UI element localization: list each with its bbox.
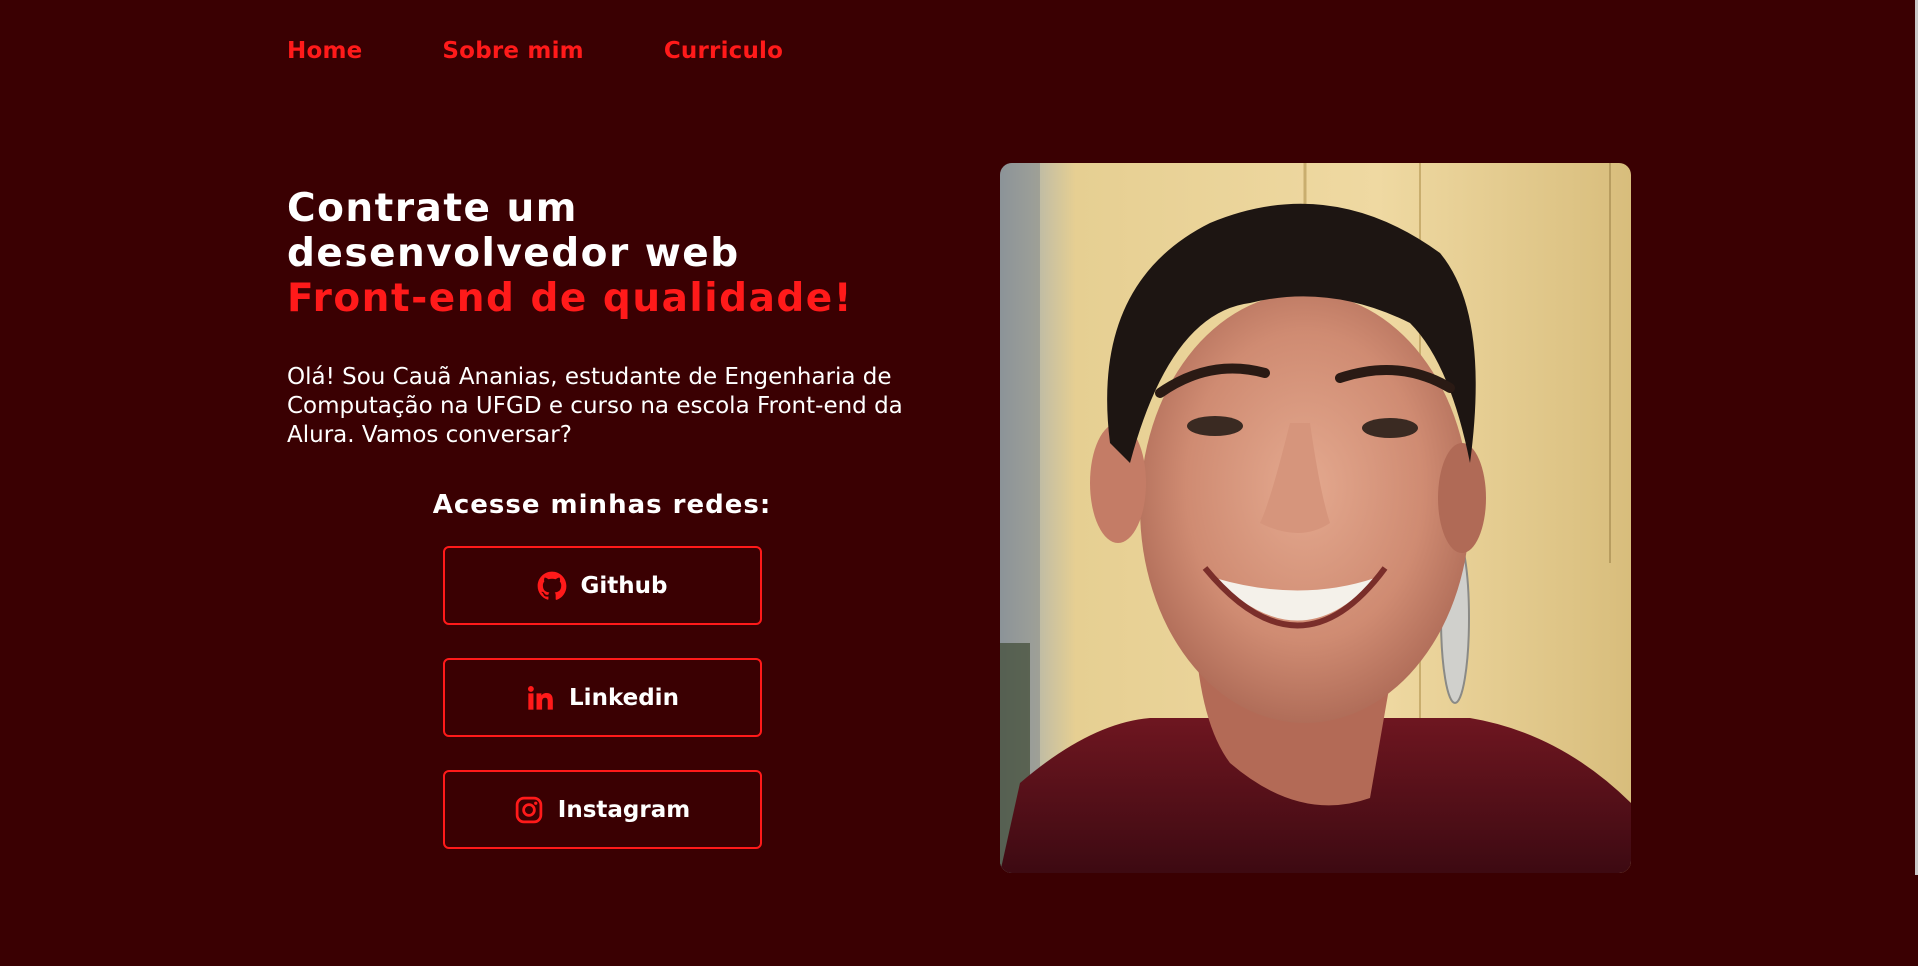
linkedin-icon bbox=[525, 683, 555, 713]
instagram-label: Instagram bbox=[557, 796, 691, 823]
instagram-button[interactable]: Instagram bbox=[442, 770, 762, 849]
github-label: Github bbox=[580, 572, 668, 599]
top-nav: Home Sobre mim Curriculo bbox=[287, 38, 783, 64]
profile-photo bbox=[1000, 163, 1631, 873]
headline-line-1: Contrate um bbox=[287, 186, 578, 231]
social-links: Github Linkedin Instagram bbox=[287, 546, 917, 849]
hero-headline: Contrate um desenvolvedor web Front-end … bbox=[287, 186, 927, 321]
intro-text: Olá! Sou Cauã Ananias, estudante de Enge… bbox=[287, 364, 903, 448]
github-button[interactable]: Github bbox=[442, 546, 762, 625]
page: Home Sobre mim Curriculo Contrate um des… bbox=[0, 0, 1918, 966]
nav-link-sobre-mim[interactable]: Sobre mim bbox=[442, 38, 583, 64]
nav-link-home[interactable]: Home bbox=[287, 38, 362, 64]
headline-line-2: desenvolvedor web bbox=[287, 231, 740, 276]
instagram-icon bbox=[514, 795, 544, 825]
linkedin-button[interactable]: Linkedin bbox=[442, 658, 762, 737]
nav-link-curriculo[interactable]: Curriculo bbox=[664, 38, 783, 64]
social-title: Acesse minhas redes: bbox=[432, 490, 772, 520]
linkedin-label: Linkedin bbox=[569, 684, 679, 711]
headline-accent: Front-end de qualidade! bbox=[287, 276, 854, 321]
hero-section: Contrate um desenvolvedor web Front-end … bbox=[287, 186, 927, 849]
github-icon bbox=[537, 571, 567, 601]
